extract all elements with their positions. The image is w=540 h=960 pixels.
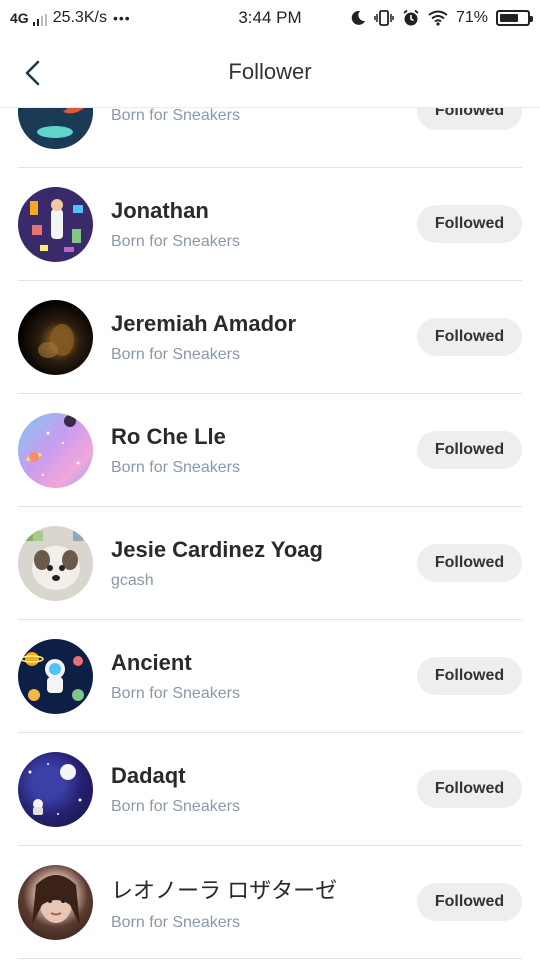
follower-name: Jonathan bbox=[111, 197, 209, 223]
followed-button[interactable]: Followed bbox=[417, 431, 522, 469]
follower-bio: Born for Sneakers bbox=[111, 458, 240, 476]
back-button[interactable] bbox=[18, 58, 48, 88]
avatar[interactable] bbox=[18, 186, 93, 262]
status-bar: 4G 25.3K/s ••• 3:44 PM 71% bbox=[0, 0, 540, 36]
followed-button[interactable]: Followed bbox=[417, 318, 522, 356]
follower-bio: Born for Sneakers bbox=[111, 232, 240, 250]
list-item[interactable]: Ancient Born for Sneakers Followed bbox=[18, 620, 522, 733]
follower-bio: Born for Sneakers bbox=[111, 684, 240, 702]
followed-button[interactable]: Followed bbox=[417, 657, 522, 695]
signal-icon: 4G bbox=[10, 10, 47, 26]
network-speed: 25.3K/s bbox=[52, 9, 107, 26]
followed-button[interactable]: Followed bbox=[417, 770, 522, 808]
follower-bio: Born for Sneakers bbox=[111, 913, 240, 931]
avatar[interactable] bbox=[18, 412, 93, 488]
more-dots-icon: ••• bbox=[112, 10, 131, 26]
page-title: Follower bbox=[228, 58, 312, 84]
follower-bio: Born for Sneakers bbox=[111, 797, 240, 815]
list-item[interactable]: Dadaqt Born for Sneakers Followed bbox=[18, 733, 522, 846]
list-item[interactable]: Jonathan Born for Sneakers Followed bbox=[18, 168, 522, 281]
follower-name: Jeremiah Amador bbox=[111, 310, 297, 336]
moon-icon bbox=[351, 10, 365, 25]
avatar[interactable] bbox=[18, 299, 93, 375]
list-item[interactable]: レオノーラ ロザターゼ Born for Sneakers Followed bbox=[18, 846, 522, 959]
followed-button[interactable]: Followed bbox=[417, 205, 522, 243]
followed-button[interactable]: Followed bbox=[417, 883, 522, 921]
follower-name: Dadaqt bbox=[111, 762, 186, 788]
list-item[interactable]: Jeremiah Amador Born for Sneakers Follow… bbox=[18, 281, 522, 394]
avatar[interactable] bbox=[18, 751, 93, 827]
avatar[interactable] bbox=[18, 525, 93, 601]
followed-button[interactable]: Followed bbox=[417, 544, 522, 582]
follower-name: Ro Che Lle bbox=[111, 423, 226, 449]
chevron-left-icon bbox=[25, 60, 40, 86]
follower-bio: Born for Sneakers bbox=[111, 106, 240, 124]
follower-name: Ancient bbox=[111, 649, 192, 675]
list-item[interactable]: Jesie Cardinez Yoag gcash Followed bbox=[18, 507, 522, 620]
avatar[interactable] bbox=[18, 864, 93, 940]
follower-name: Jesie Cardinez Yoag bbox=[111, 536, 323, 562]
battery-percent: 71% bbox=[455, 9, 488, 26]
avatar[interactable] bbox=[18, 638, 93, 714]
vibrate-icon bbox=[374, 10, 394, 26]
list-item[interactable]: Ro Che Lle Born for Sneakers Followed bbox=[18, 394, 522, 507]
wifi-icon bbox=[428, 10, 448, 26]
follower-bio: gcash bbox=[111, 571, 154, 589]
follower-bio: Born for Sneakers bbox=[111, 345, 240, 363]
follower-name: レオノーラ ロザターゼ bbox=[111, 877, 338, 903]
app-header: Follower bbox=[0, 36, 540, 108]
alarm-icon bbox=[403, 9, 419, 26]
battery-icon bbox=[496, 10, 533, 26]
follower-list: Born for Sneakers Followed Jonathan Born… bbox=[0, 55, 540, 959]
